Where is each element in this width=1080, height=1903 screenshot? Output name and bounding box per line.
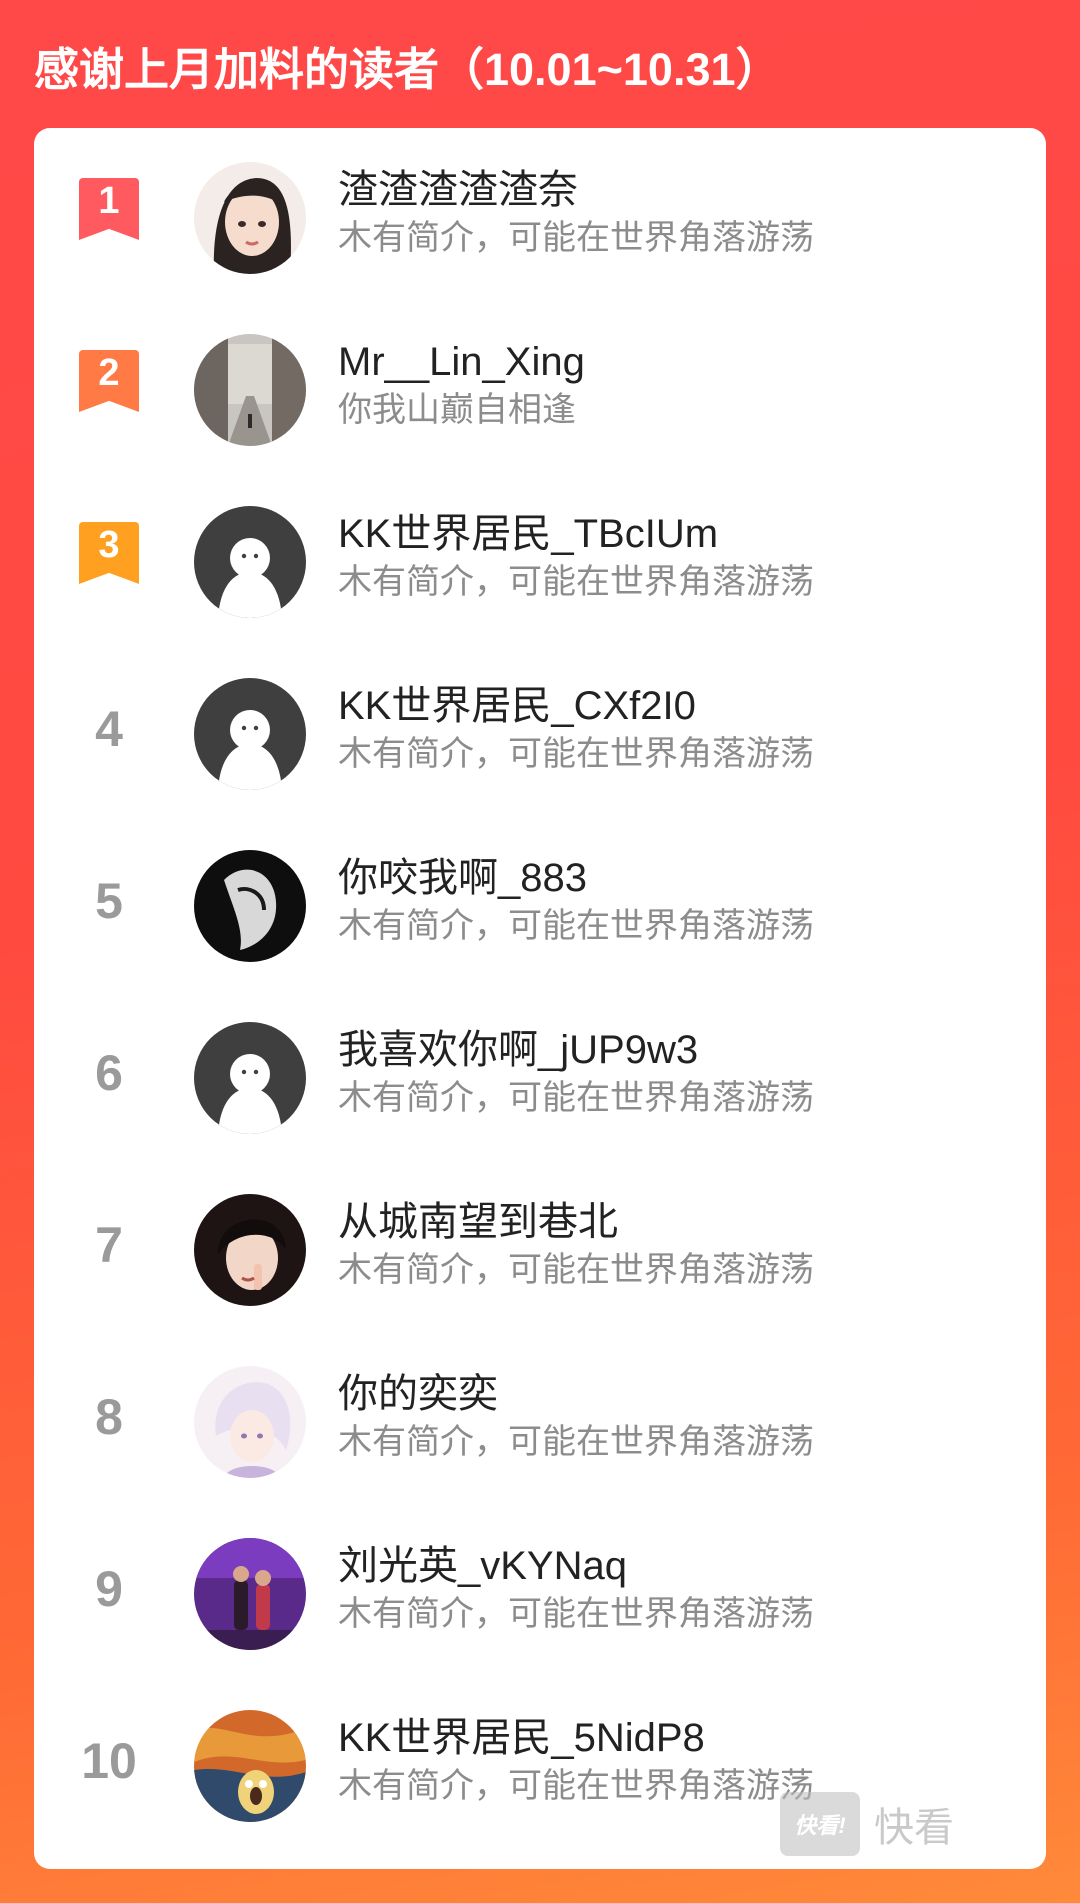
list-item-reader-3[interactable]: 3 KK世界居民_TBcIUm 木有简介，可能在世界角落游荡 (34, 472, 1046, 644)
reader-name: KK世界居民_CXf2I0 (338, 684, 696, 728)
list-item-reader-4[interactable]: 4 KK世界居民_CXf2I0 木有简介，可能在世界角落游荡 (34, 644, 1046, 816)
reader-bio: 木有简介，可能在世界角落游荡 (338, 1079, 814, 1117)
kuaikan-logo-icon: 快看! (780, 1792, 860, 1856)
reader-bio: 木有简介，可能在世界角落游荡 (338, 1767, 814, 1805)
reader-bio: 你我山巅自相逢 (338, 391, 576, 429)
list-item-reader-9[interactable]: 9 刘光英_vKYNaq 木有简介，可能在世界角落游荡 (34, 1504, 1046, 1676)
reader-name: 你的奕奕 (338, 1372, 498, 1416)
rank-badge-1: 1 (74, 154, 144, 264)
avatar-default-ghost[interactable] (194, 678, 306, 790)
reader-name: Mr__Lin_Xing (338, 340, 585, 384)
reader-bio: 木有简介，可能在世界角落游荡 (338, 1251, 814, 1289)
avatar-city-street-photo[interactable] (194, 334, 306, 446)
avatar-default-ghost[interactable] (194, 1022, 306, 1134)
reader-bio: 木有简介，可能在世界角落游荡 (338, 563, 814, 601)
rank-number: 8 (95, 1389, 123, 1445)
reader-bio: 木有简介，可能在世界角落游荡 (338, 907, 814, 945)
list-item-reader-2[interactable]: 2 Mr__Lin_Xing 你我山巅自相逢 (34, 300, 1046, 472)
list-item-reader-6[interactable]: 6 我喜欢你啊_jUP9w3 木有简介，可能在世界角落游荡 (34, 988, 1046, 1160)
rank-number: 9 (95, 1561, 123, 1617)
list-item-reader-1[interactable]: 1 渣渣渣渣渣奈 木有简介，可能在世界角落游荡 (34, 128, 1046, 300)
rank-number: 3 (98, 524, 120, 566)
rank-number: 10 (81, 1733, 137, 1789)
reader-bio: 木有简介，可能在世界角落游荡 (338, 219, 814, 257)
reader-name: KK世界居民_5NidP8 (338, 1716, 705, 1760)
reader-ranking-list: 1 渣渣渣渣渣奈 木有简介，可能在世界角落游荡 2 Mr__Lin_Xing 你… (34, 128, 1046, 1869)
avatar-scream-art[interactable] (194, 1710, 306, 1822)
reader-name: KK世界居民_TBcIUm (338, 512, 719, 556)
avatar-default-ghost[interactable] (194, 506, 306, 618)
rank-number: 2 (98, 352, 120, 394)
reader-name: 我喜欢你啊_jUP9w3 (338, 1028, 699, 1072)
rank-badge-3: 3 (74, 498, 144, 608)
rank-number: 6 (95, 1045, 123, 1101)
list-item-reader-7[interactable]: 7 从城南望到巷北 木有简介，可能在世界角落游荡 (34, 1160, 1046, 1332)
rank-number: 4 (95, 701, 123, 757)
page-title: 感谢上月加料的读者（10.01~10.31） (34, 44, 781, 95)
list-item-reader-8[interactable]: 8 你的奕奕 木有简介，可能在世界角落游荡 (34, 1332, 1046, 1504)
rank-badge-2: 2 (74, 326, 144, 436)
reader-bio: 木有简介，可能在世界角落游荡 (338, 735, 814, 773)
rank-number: 1 (98, 180, 120, 222)
reader-bio: 木有简介，可能在世界角落游荡 (338, 1423, 814, 1461)
avatar-purple-photo[interactable] (194, 1538, 306, 1650)
reader-name: 渣渣渣渣渣奈 (338, 168, 578, 212)
avatar-anime-pastel[interactable] (194, 1366, 306, 1478)
rank-number: 7 (95, 1217, 123, 1273)
avatar-anime-boy[interactable] (194, 1194, 306, 1306)
rank-number: 5 (95, 873, 123, 929)
app-watermark: 快看! 快看 (780, 1792, 980, 1856)
list-item-reader-5[interactable]: 5 你咬我啊_883 木有简介，可能在世界角落游荡 (34, 816, 1046, 988)
reader-name: 你咬我啊_883 (338, 856, 587, 900)
reader-name: 从城南望到巷北 (338, 1200, 618, 1244)
reader-name: 刘光英_vKYNaq (338, 1544, 627, 1588)
watermark-text: 快看 (874, 1806, 954, 1850)
reader-bio: 木有简介，可能在世界角落游荡 (338, 1595, 814, 1633)
avatar-dark-portrait[interactable] (194, 850, 306, 962)
avatar-illustrated-girl[interactable] (194, 162, 306, 274)
